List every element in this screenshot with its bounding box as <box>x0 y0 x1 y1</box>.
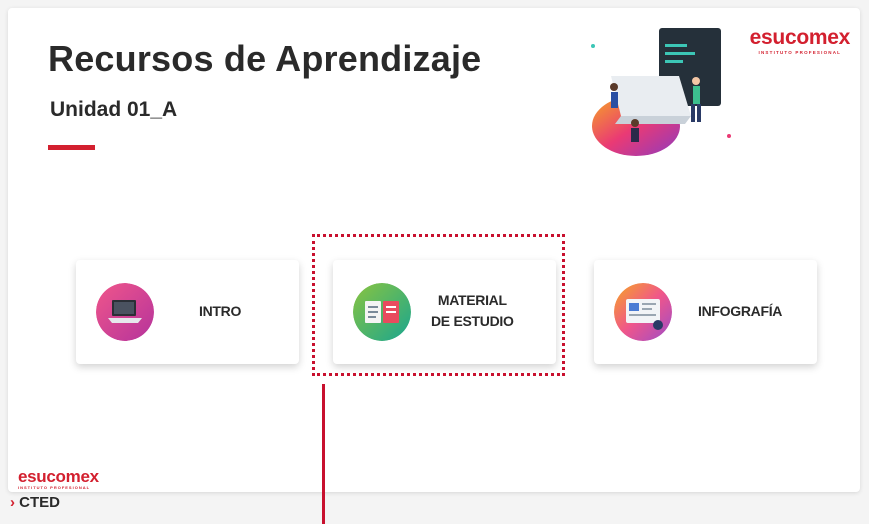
brand-tagline: INSTITUTO PROFESIONAL <box>758 50 842 55</box>
brand-logo: esucomex INSTITUTO PROFESIONAL <box>749 26 851 55</box>
cted-logo: › CTED <box>10 494 60 511</box>
page-subtitle: Unidad 01_A <box>50 98 178 121</box>
footer-brand-logo: esucomex INSTITUTO PROFESIONAL <box>18 468 99 490</box>
learning-illustration <box>591 28 731 156</box>
cted-label: CTED <box>19 494 61 511</box>
title-accent-bar <box>48 145 95 150</box>
footer-brand-tagline: INSTITUTO PROFESIONAL <box>18 485 91 490</box>
infografia-card-label: INFOGRAFÍA <box>698 303 783 319</box>
brand-name: esucomex <box>749 26 851 49</box>
infographic-icon <box>614 283 672 341</box>
cted-chevron-icon: › <box>10 494 15 511</box>
infografia-card-button[interactable]: INFOGRAFÍA <box>594 260 817 364</box>
footer-brand-name: esucomex <box>18 467 99 486</box>
page-title: Recursos de Aprendizaje <box>48 38 482 79</box>
highlight-box <box>312 234 565 376</box>
intro-card-label: INTRO <box>199 303 242 319</box>
annotation-pointer-line <box>322 384 325 524</box>
intro-card-button[interactable]: INTRO <box>76 260 299 364</box>
laptop-illustration <box>611 76 691 116</box>
laptop-icon <box>96 283 154 341</box>
